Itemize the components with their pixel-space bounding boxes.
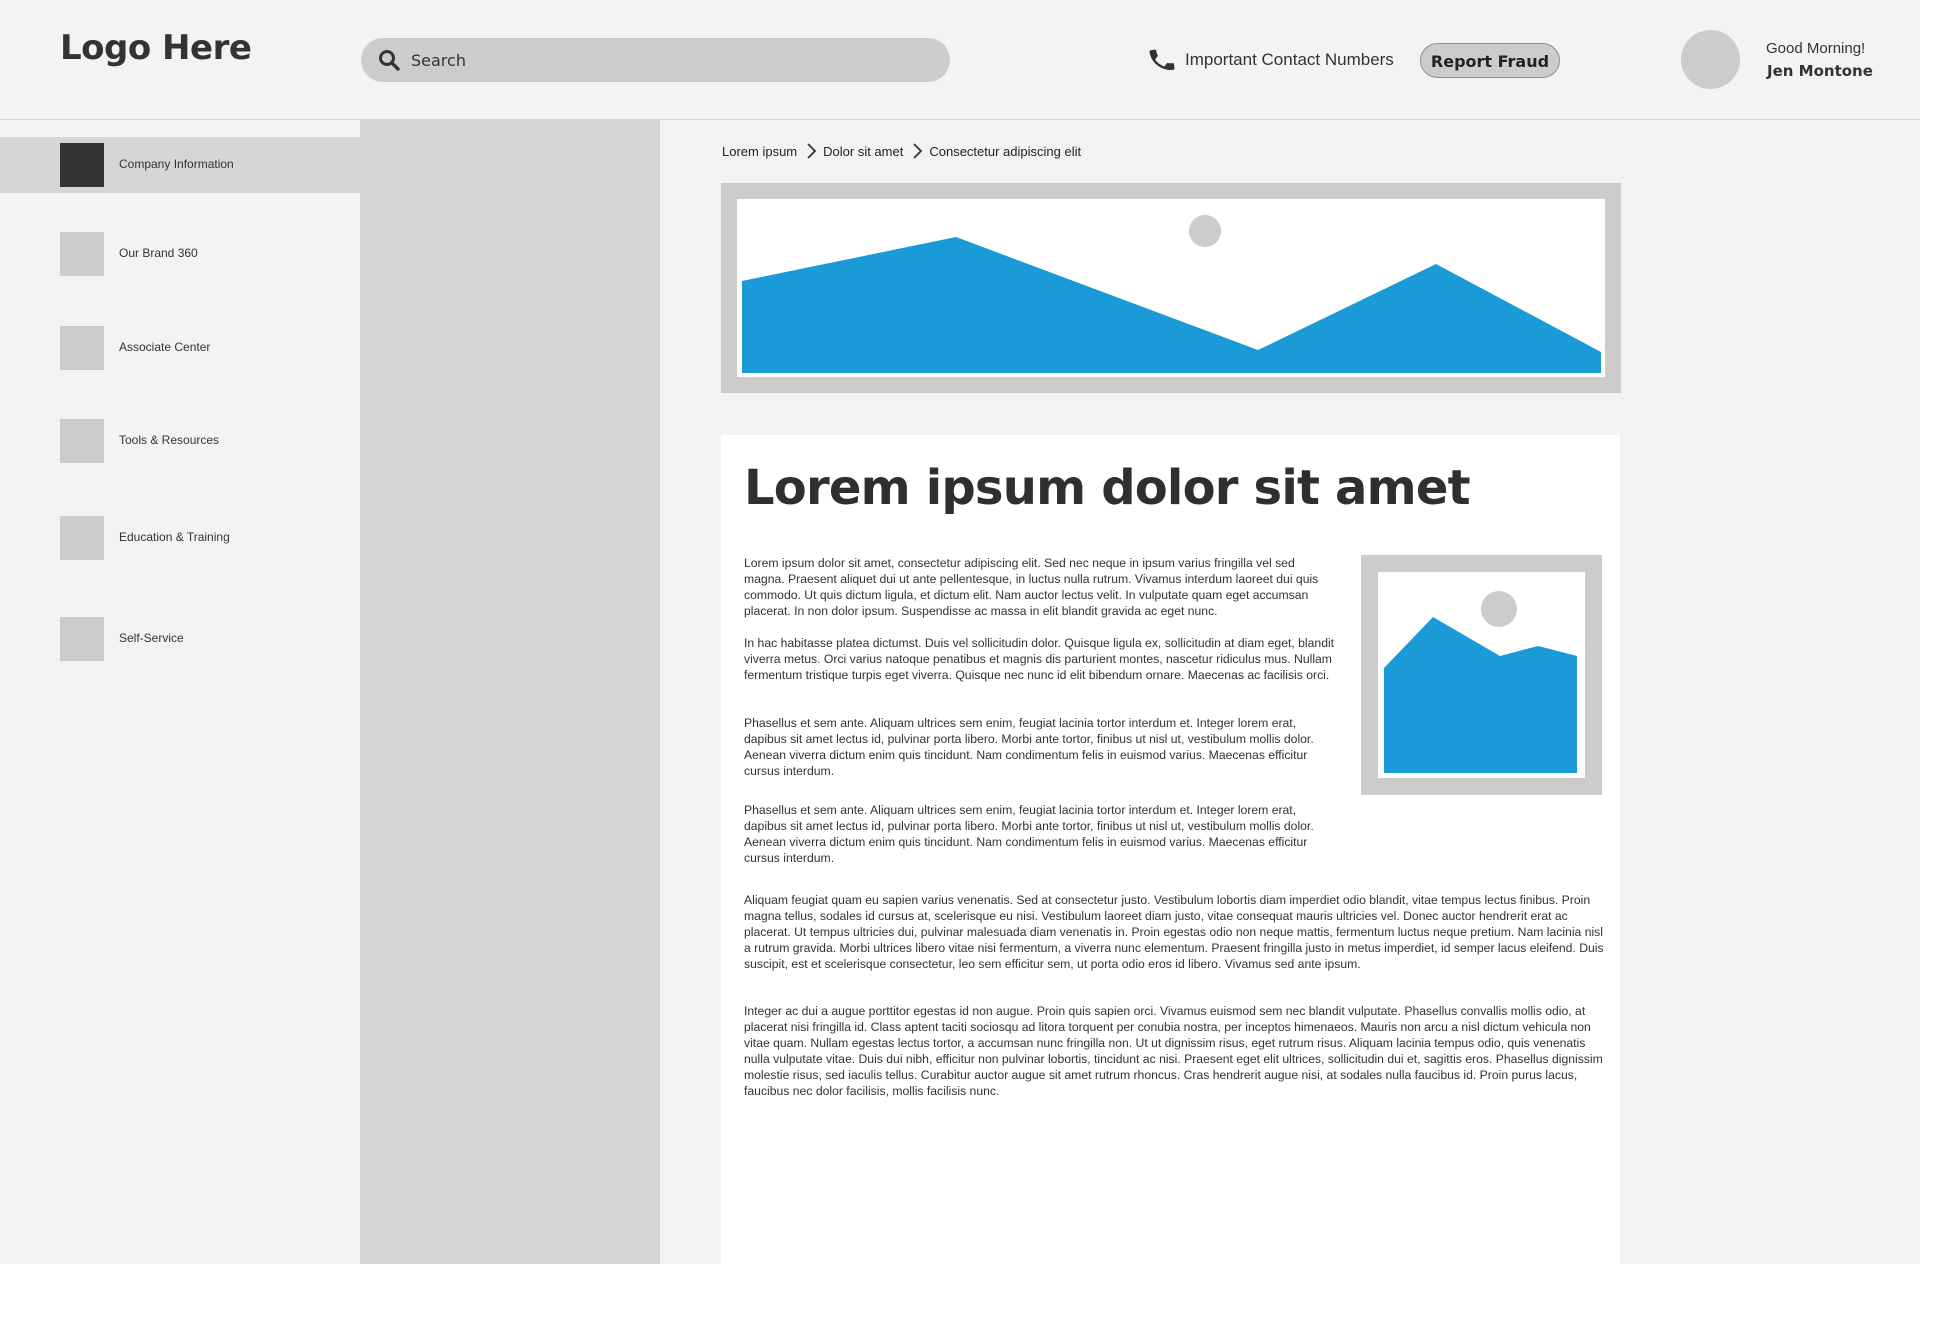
sidebar-item-tools-resources[interactable]: Tools & Resources <box>0 413 360 469</box>
breadcrumb: Lorem ipsum Dolor sit amet Consectetur a… <box>722 141 1081 161</box>
article-paragraph: In hac habitasse platea dictumst. Duis v… <box>744 636 1335 682</box>
avatar[interactable] <box>1681 30 1740 89</box>
chevron-right-icon <box>807 143 817 159</box>
search-bar[interactable] <box>361 38 950 82</box>
breadcrumb-item[interactable]: Consectetur adipiscing elit <box>929 144 1081 159</box>
breadcrumb-item[interactable]: Lorem ipsum <box>722 144 797 159</box>
secondary-nav-panel <box>360 120 660 1264</box>
sidebar-item-associate-center[interactable]: Associate Center <box>0 320 360 376</box>
contact-label: Important Contact Numbers <box>1185 50 1394 69</box>
our-brand-icon <box>60 232 104 276</box>
article-paragraph: Integer ac dui a augue porttitor egestas… <box>744 1004 1603 1098</box>
associate-center-icon <box>60 326 104 370</box>
phone-icon <box>1149 49 1175 70</box>
hero-image-placeholder <box>721 183 1621 393</box>
sidebar-nav: Company Information Our Brand 360 Associ… <box>0 120 360 1264</box>
sidebar-item-education-training[interactable]: Education & Training <box>0 510 360 566</box>
greeting-text: Good Morning! <box>1766 40 1866 57</box>
chevron-right-icon <box>913 143 923 159</box>
search-input[interactable] <box>411 38 931 82</box>
tools-resources-icon <box>60 419 104 463</box>
sidebar-item-label: Associate Center <box>119 340 211 354</box>
app-window: Logo Here Important Contact Numbers Repo… <box>0 0 1920 1264</box>
article-paragraph: Phasellus et sem ante. Aliquam ultrices … <box>744 716 1314 778</box>
article-paragraph: Lorem ipsum dolor sit amet, consectetur … <box>744 556 1319 618</box>
company-information-icon <box>60 143 104 187</box>
search-icon <box>379 50 400 71</box>
sidebar-item-company-information[interactable]: Company Information <box>0 137 360 193</box>
article-image-placeholder <box>1361 555 1602 795</box>
image-placeholder-icon <box>737 199 1605 377</box>
sidebar-item-label: Tools & Resources <box>119 433 220 447</box>
logo[interactable]: Logo Here <box>60 28 252 68</box>
image-placeholder-icon <box>1378 572 1585 778</box>
sidebar-item-label: Company Information <box>119 157 234 171</box>
important-contact-link[interactable]: Important Contact Numbers <box>1147 44 1394 76</box>
sidebar-item-label: Our Brand 360 <box>119 246 198 260</box>
article-paragraph: Phasellus et sem ante. Aliquam ultrices … <box>744 803 1314 865</box>
top-header: Logo Here Important Contact Numbers Repo… <box>0 0 1920 120</box>
sidebar-item-label: Self-Service <box>119 631 184 645</box>
article-paragraph: Aliquam feugiat quam eu sapien varius ve… <box>744 893 1604 971</box>
sidebar-item-label: Education & Training <box>119 530 230 544</box>
article-card: Lorem ipsum dolor sit amet Lorem ipsum d… <box>721 435 1620 1264</box>
sidebar-item-self-service[interactable]: Self-Service <box>0 611 360 667</box>
report-fraud-button[interactable]: Report Fraud <box>1420 43 1560 78</box>
article-title: Lorem ipsum dolor sit amet <box>744 460 1471 516</box>
sidebar-item-our-brand-360[interactable]: Our Brand 360 <box>0 226 360 282</box>
self-service-icon <box>60 617 104 661</box>
breadcrumb-item[interactable]: Dolor sit amet <box>823 144 903 159</box>
user-name: Jen Montone <box>1767 62 1873 80</box>
education-training-icon <box>60 516 104 560</box>
